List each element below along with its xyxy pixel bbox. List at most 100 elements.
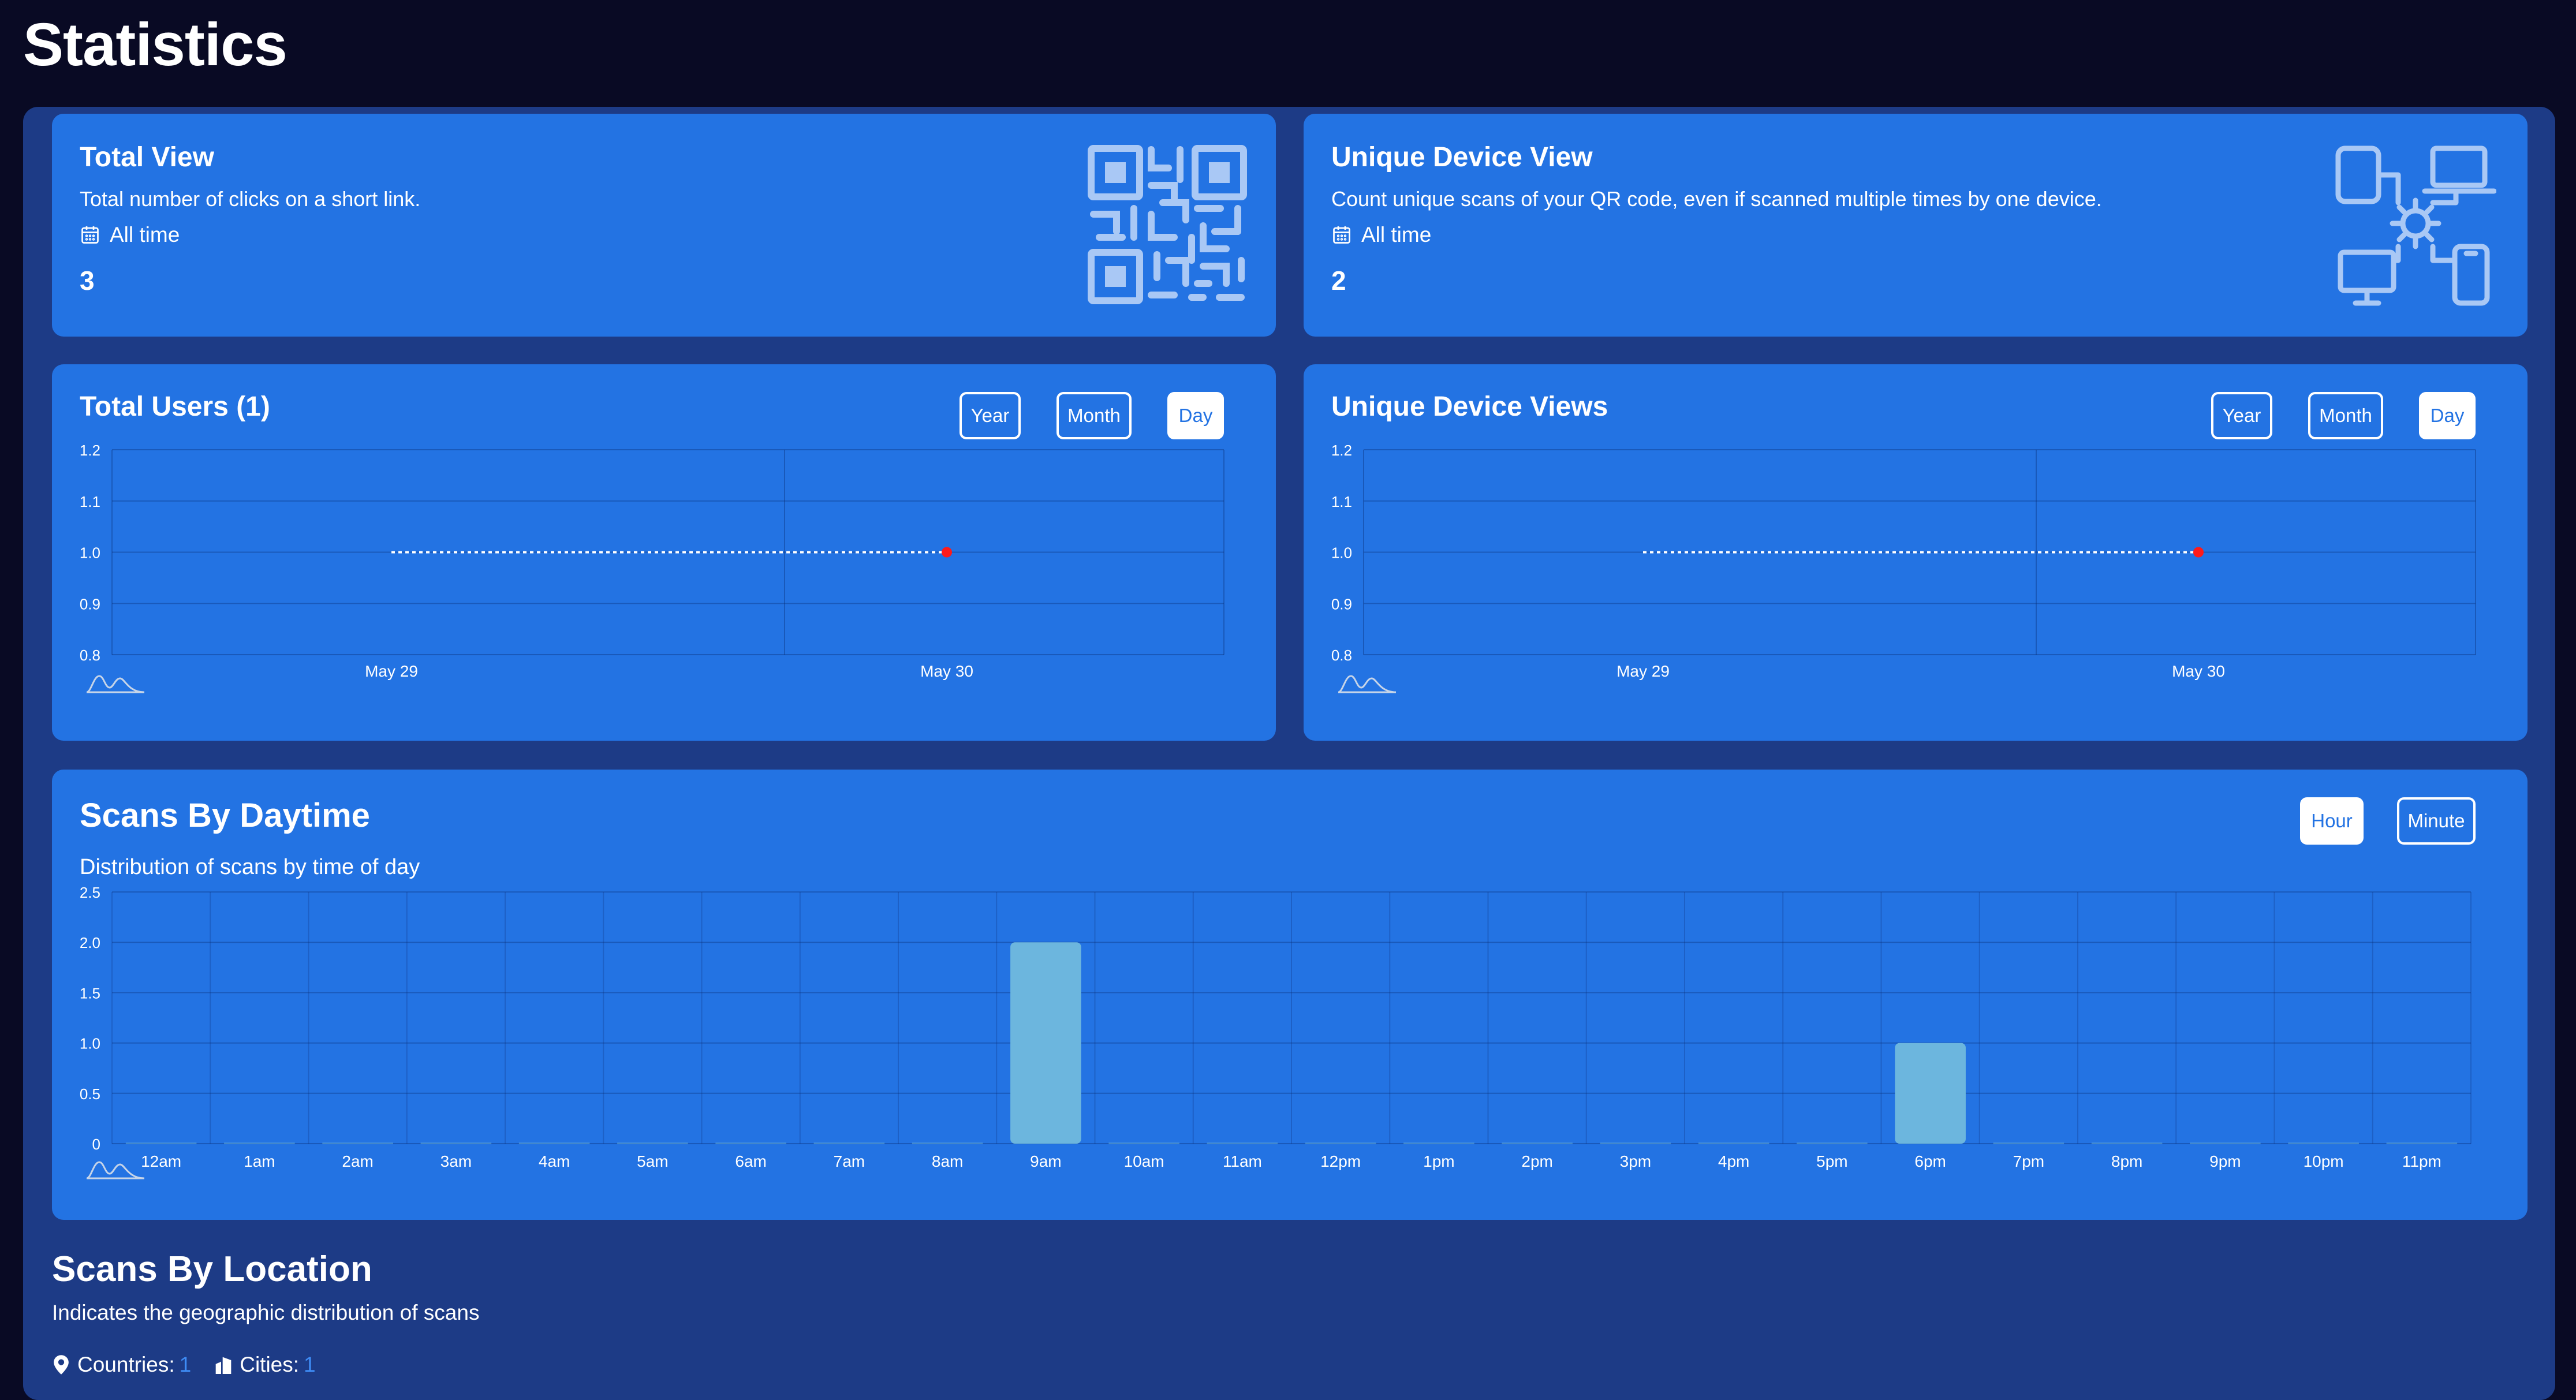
total-users-chart-card: Total Users (1) Year Month Day 1.2 1.1 1.0… [52,364,1276,741]
countries-count-link[interactable]: 1 [180,1353,192,1377]
bar [1108,1143,1179,1144]
bar [912,1143,983,1144]
data-point [942,547,952,558]
year-button[interactable]: Year [2211,392,2272,439]
total-view-period: All time [80,223,180,247]
unique-device-views-chart-title: Unique Device Views [1331,391,1608,422]
x-tick-label: 11pm [2402,1152,2441,1170]
x-tick-label: 6am [735,1152,766,1170]
location-counts: Countries: 1 Cities: 1 [52,1353,339,1377]
statistics-panel: Total View Total number of clicks on a s… [23,107,2555,1400]
bar [813,1143,885,1144]
total-users-chart-title: Total Users (1) [80,391,270,422]
y-tick-label: 1.5 [80,984,100,1002]
bar [1797,1143,1868,1144]
x-tick-label: 2pm [1521,1152,1552,1170]
y-tick-label: 0.5 [80,1085,100,1103]
bar [1305,1143,1376,1144]
calendar-icon [81,226,99,244]
x-tick-label: 4pm [1718,1152,1749,1170]
y-tick-label: 1.0 [80,544,100,562]
qr-code-icon [1088,145,1247,304]
data-point [2193,547,2204,558]
total-view-title: Total View [80,142,214,173]
x-tick-label: 10am [1124,1152,1164,1170]
bar [1993,1143,2064,1144]
total-view-period-label: All time [110,223,180,247]
bar [420,1143,492,1144]
x-tick-label: 8am [932,1152,963,1170]
month-button[interactable]: Month [2308,392,2383,439]
bar [1600,1143,1671,1144]
y-tick-label: 0.9 [80,595,100,613]
x-tick-label: 7am [834,1152,865,1170]
scans-by-daytime-card: Scans By Daytime Distribution of scans b… [52,770,2528,1220]
scans-by-location-description: Indicates the geographic distribution of… [52,1301,480,1324]
month-button[interactable]: Month [1056,392,1132,439]
map-pin-icon [54,1355,69,1375]
unique-device-view-description: Count unique scans of your QR code, even… [1331,187,2102,211]
bar [617,1143,688,1144]
y-tick-label: 0 [92,1136,100,1153]
y-tick-label: 1.1 [80,493,100,510]
scans-by-daytime-bar-chart: 2.5 2.0 1.5 1.0 0.5 0 12am 1am 2am 3am 4am 5am 6am 7a… [80,885,2472,1179]
y-tick-label: 2.0 [80,934,100,951]
scans-by-daytime-description: Distribution of scans by time of day [80,855,420,879]
hour-button[interactable]: Hour [2300,797,2364,845]
unique-device-view-value: 2 [1331,266,1346,296]
x-tick-label: 6pm [1914,1152,1946,1170]
bar [2288,1143,2359,1144]
bar [125,1143,197,1144]
cities-label: Cities: [240,1353,300,1376]
cities-count-link[interactable]: 1 [304,1353,316,1377]
x-tick-label: 1pm [1423,1152,1454,1170]
y-tick-label: 1.1 [1331,493,1352,510]
bar [1403,1143,1474,1144]
y-tick-label: 1.0 [1331,544,1352,562]
zoom-slider-icon [1338,675,1397,693]
bar [224,1143,295,1144]
calendar-icon [1333,226,1350,244]
y-tick-label: 0.8 [80,647,100,664]
total-view-description: Total number of clicks on a short link. [80,187,421,211]
zoom-slider-icon [86,675,145,693]
x-tick-label: May 30 [920,662,973,680]
x-tick-label: 12pm [1320,1152,1361,1170]
x-tick-label: 7pm [2013,1152,2044,1170]
y-tick-label: 0.9 [1331,595,1352,613]
x-tick-label: 9am [1030,1152,1061,1170]
bar [2091,1143,2163,1144]
x-tick-label: May 30 [2172,662,2225,680]
bar [518,1143,590,1144]
x-tick-label: 10pm [2304,1152,2344,1170]
y-tick-label: 1.2 [1331,445,1352,459]
x-tick-label: 3am [440,1152,472,1170]
x-tick-label: 11am [1223,1152,1262,1170]
scans-by-location-title: Scans By Location [52,1249,372,1289]
unique-device-views-chart-card: Unique Device Views Year Month Day 1.2 1.… [1304,364,2528,741]
x-tick-label: 4am [539,1152,570,1170]
year-button[interactable]: Year [960,392,1021,439]
y-tick-label: 1.0 [80,1035,100,1052]
minute-button[interactable]: Minute [2397,797,2476,845]
countries-label: Countries: [77,1353,175,1376]
x-tick-label: 5am [637,1152,668,1170]
page-title: Statistics [23,11,288,79]
bar [1698,1143,1769,1144]
total-users-line-chart: 1.2 1.1 1.0 0.9 0.8 May 29 May 30 [80,445,1224,693]
x-tick-label: 12am [141,1152,181,1170]
y-tick-label: 0.8 [1331,647,1352,664]
day-button[interactable]: Day [1167,392,1224,439]
bar [715,1143,786,1144]
y-tick-label: 1.2 [80,445,100,459]
unique-device-views-line-chart: 1.2 1.1 1.0 0.9 0.8 May 29 May 30 [1331,445,2476,693]
total-view-card: Total View Total number of clicks on a s… [52,114,1276,337]
bar [1010,942,1081,1144]
x-tick-label: 9pm [2209,1152,2241,1170]
x-tick-label: May 29 [365,662,418,680]
unique-device-view-card: Unique Device View Count unique scans of… [1304,114,2528,337]
devices-gear-icon [2335,145,2496,306]
day-button[interactable]: Day [2419,392,2476,439]
bar [2190,1143,2261,1144]
bar [1207,1143,1278,1144]
